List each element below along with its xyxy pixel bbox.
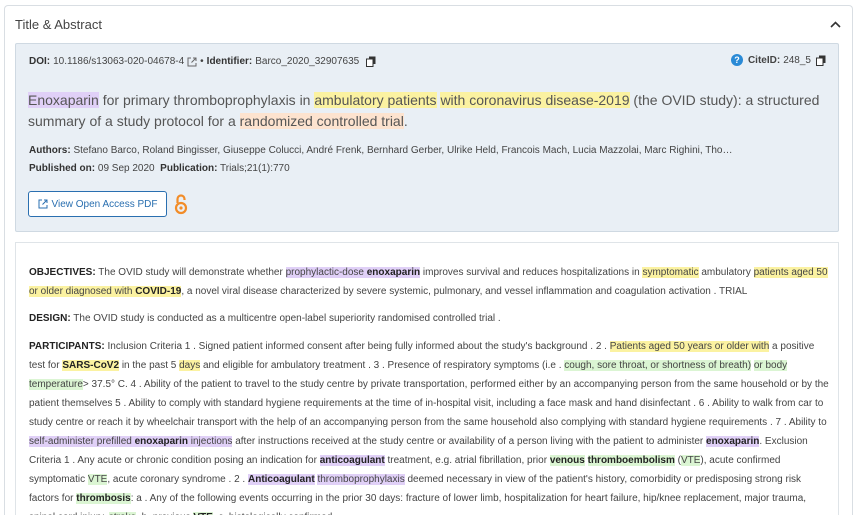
highlighted-term: days <box>179 360 201 371</box>
text-segment: in the past 5 <box>119 360 180 371</box>
participants-paragraph: PARTICIPANTS: Inclusion Criteria 1 . Sig… <box>29 337 829 515</box>
external-link-icon <box>38 199 47 209</box>
citeid-value: 248_5 <box>783 54 811 66</box>
highlighted-term: enoxaparin <box>706 436 760 447</box>
highlighted-term: Enoxaparin <box>28 92 99 108</box>
external-link-icon[interactable] <box>187 57 197 67</box>
publication-value: Trials;21(1):770 <box>220 163 290 174</box>
identifier-label: Identifier: <box>206 56 253 67</box>
highlighted-term: enoxaparin <box>134 436 188 447</box>
published-value: 09 Sep 2020 <box>97 163 155 174</box>
identifier-value: Barco_2020_32907635 <box>255 56 360 67</box>
highlighted-term: venous <box>549 455 585 466</box>
highlighted-term: symptomatic <box>642 267 699 278</box>
highlighted-term: enoxaparin <box>366 267 421 278</box>
text-segment: Inclusion Criteria 1 . Signed patient in… <box>104 341 610 352</box>
text-segment: ambulatory <box>698 267 754 278</box>
copy-icon[interactable] <box>366 56 376 67</box>
open-access-icon <box>174 194 188 215</box>
doi-link[interactable]: 10.1186/s13063-020-04678-4 <box>53 56 184 67</box>
highlighted-term: COVID-19 <box>135 286 182 297</box>
doi-line: DOI: 10.1186/s13063-020-04678-4 • Identi… <box>29 56 376 67</box>
text-segment: and eligible for ambulatory treatment . … <box>200 360 565 371</box>
participants-text: Inclusion Criteria 1 . Signed patient in… <box>29 341 829 515</box>
authors-line: Authors: Stefano Barco, Roland Bingisser… <box>29 145 732 156</box>
view-pdf-label: View Open Access PDF <box>51 198 158 210</box>
objectives-label: OBJECTIVES: <box>29 267 96 278</box>
highlighted-term: SARS-CoV2 <box>62 360 120 371</box>
chevron-up-icon <box>829 21 841 28</box>
citeid-line: ? CiteID: 248_5 <box>730 54 826 66</box>
highlighted-term: thromboembolism <box>587 455 675 466</box>
highlighted-term: Patients aged 50 years or older with <box>609 341 770 352</box>
text-segment: The OVID study will demonstrate whether <box>95 267 286 278</box>
help-icon[interactable]: ? <box>730 54 743 66</box>
authors-value: Stefano Barco, Roland Bingisser, Giusepp… <box>73 145 733 156</box>
view-pdf-button[interactable]: View Open Access PDF <box>28 191 167 217</box>
highlighted-term: VTE <box>680 455 701 466</box>
copy-icon[interactable] <box>816 55 826 66</box>
publication-line: Published on: 09 Sep 2020 Publication: T… <box>29 163 290 174</box>
text-segment: improves survival and reduces hospitaliz… <box>420 267 643 278</box>
doi-label: DOI: <box>29 56 51 67</box>
panel-header[interactable]: Title & Abstract <box>5 6 852 43</box>
objectives-text: The OVID study will demonstrate whether … <box>29 267 828 297</box>
participants-label: PARTICIPANTS: <box>29 341 105 352</box>
highlighted-term: injections <box>187 436 233 447</box>
citeid-label: CiteID: <box>747 54 781 66</box>
highlighted-term: Anticoagulant <box>247 474 315 485</box>
panel-title: Title & Abstract <box>15 17 102 32</box>
text-segment: for primary thromboprophylaxis in <box>98 92 315 108</box>
publication-label: Publication: <box>160 163 218 174</box>
objectives-paragraph: OBJECTIVES: The OVID study will demonstr… <box>29 263 829 301</box>
highlighted-term: anticoagulant <box>319 455 385 466</box>
article-title: Enoxaparin for primary thromboprophylaxi… <box>28 90 828 132</box>
collapse-button[interactable] <box>828 18 842 32</box>
published-label: Published on: <box>29 163 96 174</box>
design-paragraph: DESIGN: The OVID study is conducted as a… <box>29 309 829 328</box>
text-segment: . <box>403 113 408 129</box>
text-segment: , acute coronary syndrome . 2 . <box>107 474 248 485</box>
highlighted-term: self-administer prefilled <box>29 436 135 447</box>
highlighted-term: thrombosis <box>76 493 131 504</box>
identifier-separator: • <box>200 56 204 67</box>
abstract-box: OBJECTIVES: The OVID study will demonstr… <box>15 242 839 515</box>
highlighted-term: ambulatory patients <box>314 92 437 108</box>
authors-label: Authors: <box>29 145 71 156</box>
design-text: The OVID study is conducted as a multice… <box>70 313 501 324</box>
highlighted-term: prophylactic-dose <box>285 267 367 278</box>
metadata-box: DOI: 10.1186/s13063-020-04678-4 • Identi… <box>15 43 839 232</box>
highlighted-term: with coronavirus disease-2019 <box>440 92 630 108</box>
title-abstract-panel: Title & Abstract DOI: 10.1186/s13063-020… <box>4 5 853 515</box>
design-label: DESIGN: <box>29 313 71 324</box>
highlighted-term: VTE <box>87 474 108 485</box>
text-segment: > 37.5° C. 4 . Ability of the patient to… <box>29 379 829 428</box>
highlighted-term: randomized controlled trial <box>239 113 404 129</box>
text-segment: after instructions received at the study… <box>232 436 707 447</box>
highlighted-term: thromboprophylaxis <box>317 474 405 485</box>
text-segment: treatment, e.g. atrial fibrillation, pri… <box>384 455 550 466</box>
highlighted-term: cough, sore throat, or shortness of brea… <box>564 360 752 371</box>
text-segment: , a novel viral disease characterized by… <box>181 286 748 297</box>
